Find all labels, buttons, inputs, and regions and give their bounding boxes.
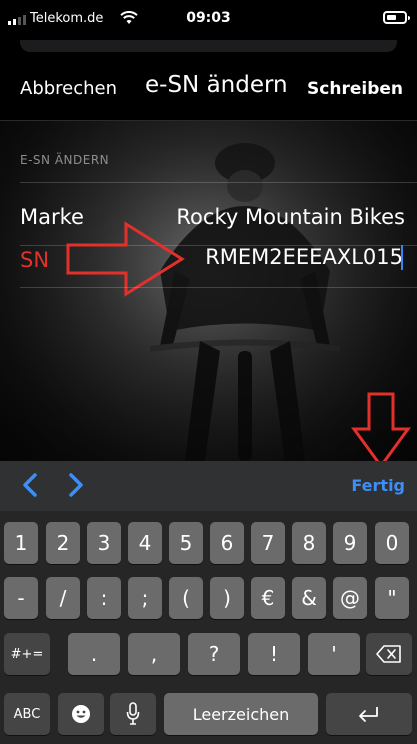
key-1[interactable]: 1	[4, 522, 38, 564]
form-content: E-SN ÄNDERN Marke Rocky Mountain Bikes S…	[0, 121, 417, 461]
key-close-paren[interactable]: )	[210, 577, 244, 619]
key-open-paren[interactable]: (	[169, 577, 203, 619]
key-exclamation[interactable]: !	[248, 633, 300, 675]
key-comma[interactable]: ,	[128, 633, 180, 675]
key-4[interactable]: 4	[128, 522, 162, 564]
red-arrow-right-annotation	[66, 221, 185, 297]
serial-number-label: SN	[20, 248, 50, 272]
key-dictation[interactable]	[110, 693, 156, 735]
key-8[interactable]: 8	[292, 522, 326, 564]
chevron-right-icon[interactable]	[66, 471, 86, 499]
key-return[interactable]	[326, 693, 412, 735]
key-3[interactable]: 3	[87, 522, 121, 564]
key-0[interactable]: 0	[375, 522, 409, 564]
page-title: e-SN ändern	[145, 72, 288, 98]
key-slash[interactable]: /	[46, 577, 80, 619]
chevron-left-icon[interactable]	[20, 471, 40, 499]
emoji-icon	[72, 705, 90, 723]
key-quote[interactable]: "	[375, 577, 409, 619]
battery-icon	[383, 11, 410, 24]
microphone-icon	[126, 702, 140, 725]
key-2[interactable]: 2	[46, 522, 80, 564]
done-button[interactable]: Fertig	[351, 476, 405, 495]
key-9[interactable]: 9	[333, 522, 367, 564]
status-time: 09:03	[186, 10, 231, 26]
write-button[interactable]: Schreiben	[307, 79, 403, 99]
key-euro[interactable]: €	[251, 577, 285, 619]
navigation-bar: Abbrechen e-SN ändern Schreiben	[0, 52, 417, 121]
key-6[interactable]: 6	[210, 522, 244, 564]
key-emoji[interactable]	[58, 693, 104, 735]
key-space[interactable]: Leerzeichen	[164, 693, 318, 735]
divider	[20, 182, 417, 183]
red-arrow-down-annotation	[351, 392, 411, 461]
key-delete[interactable]	[366, 633, 412, 675]
divider	[20, 287, 417, 288]
numeric-keyboard: 1 2 3 4 5 6 7 8 9 0 - / : ; ( ) € & @ " …	[0, 511, 417, 744]
delete-backward-icon	[376, 645, 401, 663]
key-semicolon[interactable]: ;	[128, 577, 162, 619]
key-7[interactable]: 7	[251, 522, 285, 564]
key-ampersand[interactable]: &	[292, 577, 326, 619]
key-apostrophe[interactable]: '	[308, 633, 360, 675]
key-hyphen[interactable]: -	[4, 577, 38, 619]
brand-value[interactable]: Rocky Mountain Bikes	[176, 205, 405, 229]
key-5[interactable]: 5	[169, 522, 203, 564]
status-bar: Telekom.de 09:03	[0, 0, 417, 40]
key-period[interactable]: .	[68, 633, 120, 675]
cancel-button[interactable]: Abbrechen	[20, 78, 117, 99]
key-colon[interactable]: :	[87, 577, 121, 619]
sheet-background	[20, 40, 397, 52]
section-header: E-SN ÄNDERN	[20, 153, 110, 167]
return-icon	[359, 707, 378, 722]
text-cursor	[401, 245, 403, 270]
key-abc[interactable]: ABC	[4, 693, 50, 735]
key-symbols-toggle[interactable]: #+=	[4, 633, 50, 675]
keyboard-toolbar: Fertig	[0, 461, 417, 511]
key-question[interactable]: ?	[188, 633, 240, 675]
serial-number-input[interactable]: RMEM2EEEAXL015	[205, 245, 403, 269]
key-at[interactable]: @	[333, 577, 367, 619]
